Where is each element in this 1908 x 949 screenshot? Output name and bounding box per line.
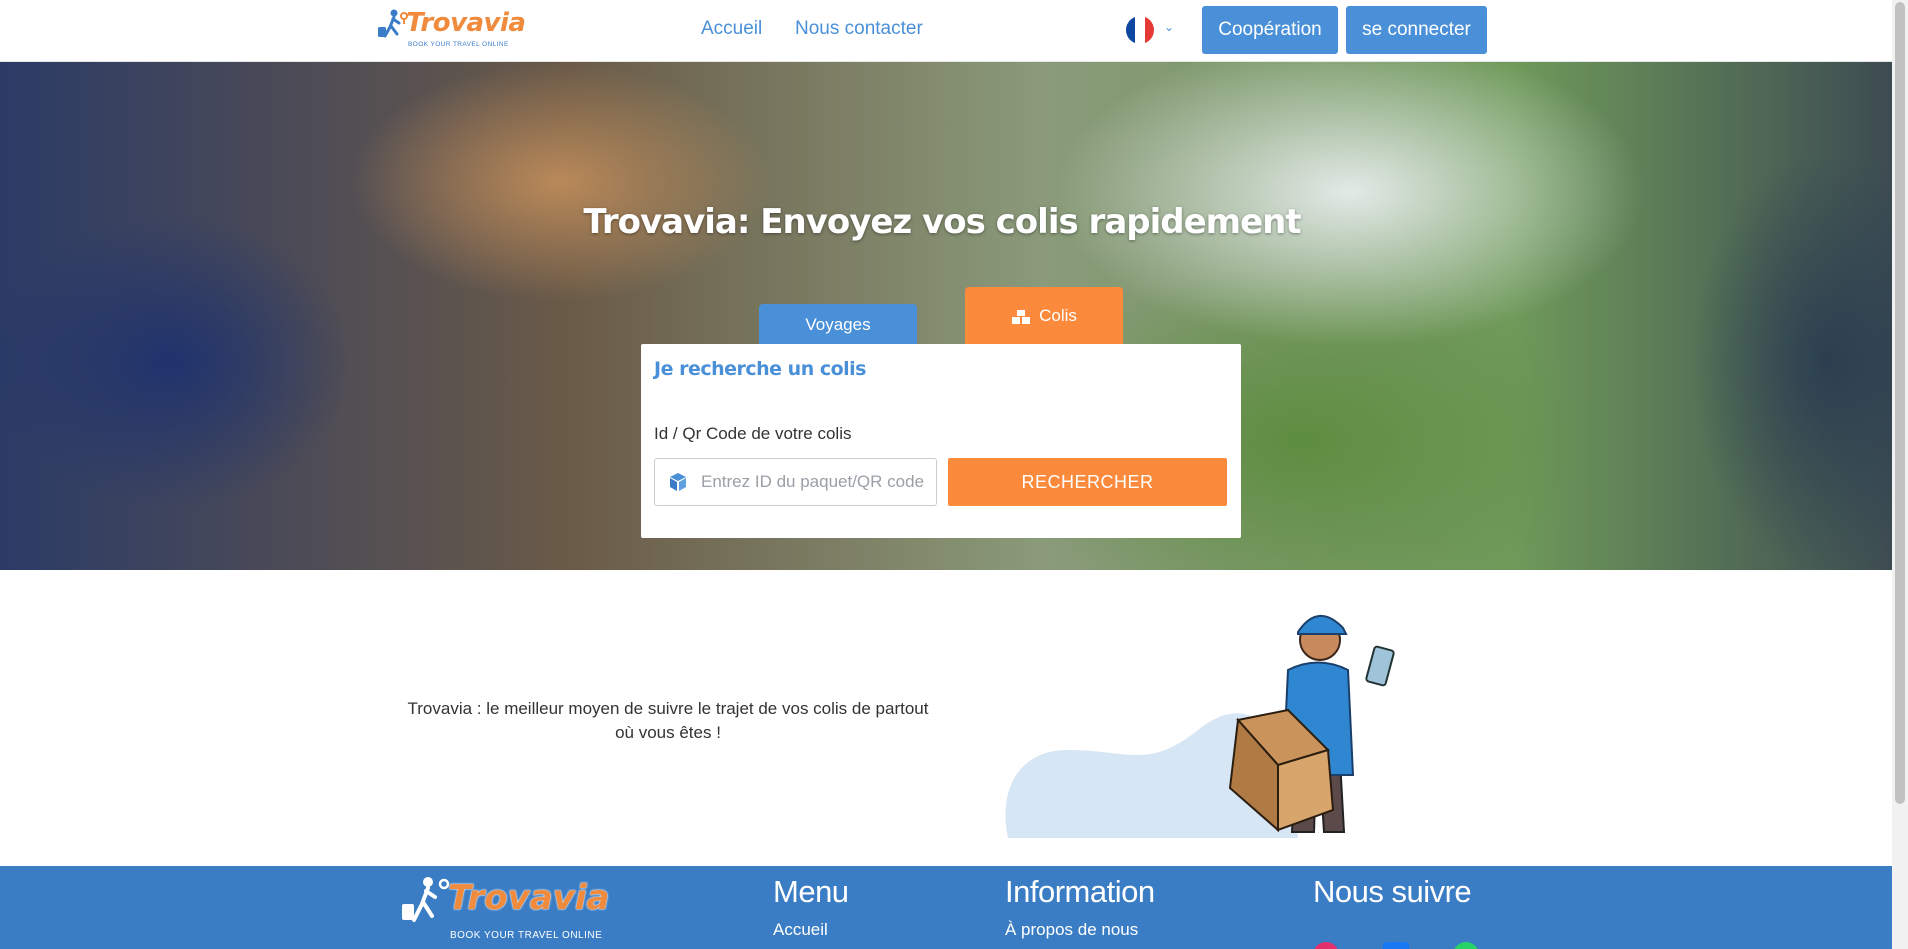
footer-info-heading: Information xyxy=(1005,874,1155,909)
site-footer: Trovavia BOOK YOUR TRAVEL ONLINE Menu Ac… xyxy=(0,866,1892,949)
footer-logo[interactable]: Trovavia BOOK YOUR TRAVEL ONLINE xyxy=(400,870,615,941)
tagline-text: Trovavia : le meilleur moyen de suivre l… xyxy=(407,699,929,742)
footer-menu-heading: Menu xyxy=(773,874,849,909)
traveler-icon xyxy=(378,9,408,38)
france-flag-icon[interactable] xyxy=(1126,16,1154,44)
tab-voyages[interactable]: Voyages xyxy=(759,304,917,346)
whatsapp-icon[interactable] xyxy=(1453,942,1479,949)
package-id-input[interactable] xyxy=(701,465,933,499)
boxes-icon xyxy=(1012,309,1031,324)
footer-logo-wordmark: Trovavia xyxy=(448,878,610,918)
chevron-down-icon[interactable]: ⌄ xyxy=(1164,20,1174,34)
top-navbar: Trovavia BOOK YOUR TRAVEL ONLINE Accueil… xyxy=(0,0,1892,62)
login-button[interactable]: se connecter xyxy=(1346,6,1487,54)
search-card-title: Je recherche un colis xyxy=(654,358,866,380)
package-search-card: Je recherche un colis Id / Qr Code de vo… xyxy=(641,344,1241,538)
trovavia-logo[interactable]: Trovavia BOOK YOUR TRAVEL ONLINE xyxy=(376,6,526,52)
scrollbar-thumb[interactable] xyxy=(1895,2,1905,804)
tab-colis[interactable]: Colis xyxy=(965,287,1123,345)
package-id-field[interactable] xyxy=(654,458,937,506)
facebook-icon[interactable] xyxy=(1383,942,1409,949)
hero-banner: Trovavia: Envoyez vos colis rapidement V… xyxy=(0,62,1892,570)
logo-tagline: BOOK YOUR TRAVEL ONLINE xyxy=(408,41,509,48)
footer-link-accueil[interactable]: Accueil xyxy=(773,920,828,940)
hero-title: Trovavia: Envoyez vos colis rapidement xyxy=(583,202,1301,242)
instagram-icon[interactable] xyxy=(1313,942,1339,949)
package-id-label: Id / Qr Code de votre colis xyxy=(654,424,852,443)
footer-link-a-propos[interactable]: À propos de nous xyxy=(1005,920,1138,940)
footer-logo-tagline: BOOK YOUR TRAVEL ONLINE xyxy=(450,930,603,941)
logo-wordmark: Trovavia xyxy=(406,8,526,38)
nav-nous-contacter[interactable]: Nous contacter xyxy=(795,18,923,40)
footer-follow-heading: Nous suivre xyxy=(1313,874,1472,909)
package-icon xyxy=(670,473,686,491)
traveler-icon xyxy=(402,877,450,922)
delivery-man-illustration xyxy=(1005,615,1395,838)
page-scrollbar[interactable] xyxy=(1892,0,1908,949)
tab-colis-label: Colis xyxy=(1039,306,1077,325)
search-button[interactable]: RECHERCHER xyxy=(948,458,1227,506)
cooperation-button[interactable]: Coopération xyxy=(1202,6,1338,54)
nav-accueil[interactable]: Accueil xyxy=(701,18,762,40)
